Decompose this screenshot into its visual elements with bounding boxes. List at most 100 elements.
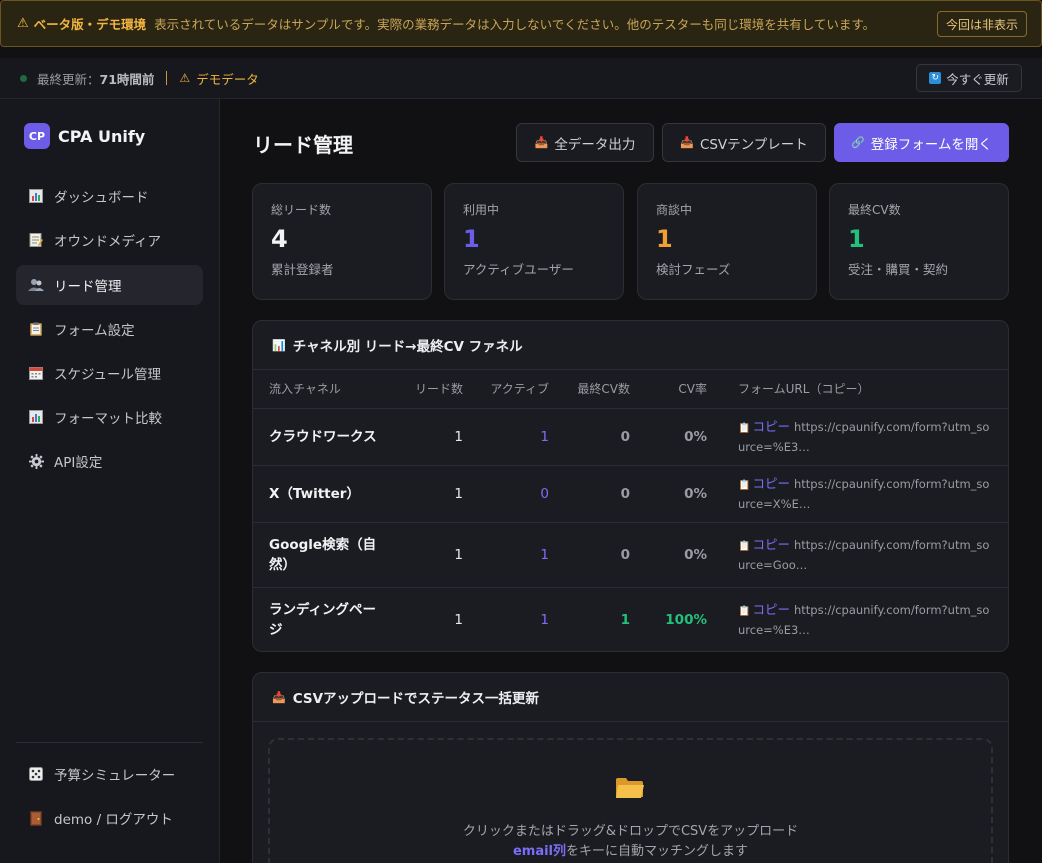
- sidebar-item-schedule[interactable]: スケジュール管理: [16, 353, 203, 393]
- csv-template-button[interactable]: 📥 CSVテンプレート: [662, 123, 826, 162]
- status-bar: 最終更新：71時間前 ⚠ デモデータ ↻ 今すぐ更新: [0, 58, 1042, 99]
- form-url-cell: 📋 コピー https://cpaunify.com/form?utm_source…: [707, 587, 1008, 651]
- brand[interactable]: CP CPA Unify: [24, 123, 145, 149]
- leads-cell: 1: [388, 522, 463, 588]
- door-icon: [28, 810, 44, 826]
- stat-label: 利用中: [463, 203, 500, 217]
- banner-message: 表示されているデータはサンプルです。実際の業務データは入力しないでください。他の…: [154, 17, 876, 32]
- sidebar-item-label: スケジュール管理: [54, 367, 162, 383]
- copy-url-link[interactable]: コピー: [752, 476, 790, 491]
- stat-sub: アクティブユーザー: [463, 262, 574, 277]
- copy-url-link[interactable]: コピー: [752, 602, 790, 617]
- divider: [166, 71, 168, 85]
- sidebar-divider: [16, 742, 203, 743]
- stat-sub: 受注・購買・契約: [848, 262, 949, 277]
- sidebar-item-lead-management[interactable]: リード管理: [16, 265, 203, 305]
- last-update: 最終更新：71時間前: [37, 71, 155, 87]
- inbox-tray-icon: 📥: [272, 690, 286, 704]
- table-row: X（Twitter） 1 0 0 0% 📋 コピー https://cpaunify…: [253, 465, 1008, 523]
- status-dot-icon: [20, 74, 27, 82]
- cv-cell: 0: [549, 465, 630, 523]
- refresh-icon: ↻: [929, 72, 942, 84]
- sidebar-item-label: 予算シミュレーター: [54, 768, 176, 784]
- sidebar-item-owned-media[interactable]: オウンドメディア: [16, 220, 203, 260]
- sidebar-item-label: フォーマット比較: [54, 411, 162, 427]
- form-url-cell: 📋 コピー https://cpaunify.com/form?utm_source…: [707, 408, 1008, 466]
- csv-dropzone[interactable]: クリックまたはドラッグ&ドロップでCSVをアップロード email列をキーに自動…: [268, 738, 993, 863]
- leads-cell: 1: [388, 465, 463, 523]
- sidebar-item-label: フォーム設定: [54, 323, 135, 339]
- channel-cell: クラウドワークス: [253, 408, 388, 466]
- clipboard-icon: 📋: [738, 479, 751, 491]
- warning-icon: ⚠: [17, 16, 29, 31]
- hide-banner-button[interactable]: 今回は非表示: [936, 10, 1027, 37]
- copy-url-link[interactable]: コピー: [752, 537, 790, 552]
- funnel-table: 流入チャネル リード数 アクティブ 最終CV数 CV率 フォームURL（コピー）…: [253, 370, 1008, 651]
- sidebar-item-api-settings[interactable]: API設定: [16, 441, 203, 481]
- demo-data-label: デモデータ: [196, 71, 259, 87]
- open-form-button[interactable]: 🔗 登録フォームを開く: [834, 123, 1009, 162]
- col-header: 流入チャネル: [253, 370, 388, 409]
- folder-icon: [616, 778, 644, 798]
- table-row: Google検索（自然） 1 1 0 0% 📋 コピー https://cpauni…: [253, 522, 1008, 588]
- channel-cell: Google検索（自然）: [253, 522, 388, 588]
- cv-cell: 0: [549, 408, 630, 466]
- clipboard-icon: 📋: [738, 605, 751, 617]
- clipboard-icon: 📋: [738, 422, 751, 434]
- sidebar-item-budget-simulator[interactable]: 予算シミュレーター: [16, 754, 203, 794]
- sidebar-item-label: オウンドメディア: [54, 234, 162, 250]
- gear-icon: [28, 453, 44, 469]
- sidebar-item-label: demo / ログアウト: [54, 812, 173, 828]
- stat-card-final-cv: 最終CV数 1 受注・購買・契約: [829, 183, 1009, 300]
- refresh-label: 今すぐ更新: [946, 71, 1009, 87]
- stat-label: 総リード数: [271, 203, 332, 217]
- inbox-tray-icon: 📥: [534, 136, 549, 149]
- bar-chart-icon: 📊: [272, 338, 286, 352]
- sidebar-item-label: API設定: [54, 455, 103, 471]
- form-url-cell: 📋 コピー https://cpaunify.com/form?utm_source…: [707, 522, 1008, 588]
- sidebar: CP CPA Unify ダッシュボード オウンドメディア リード管理 フォーム…: [0, 99, 220, 863]
- sidebar-item-format-compare[interactable]: フォーマット比較: [16, 397, 203, 437]
- sidebar-item-dashboard[interactable]: ダッシュボード: [16, 176, 203, 216]
- sidebar-item-form-settings[interactable]: フォーム設定: [16, 309, 203, 349]
- channel-cell: X（Twitter）: [253, 465, 388, 523]
- page-title: リード管理: [253, 133, 353, 157]
- dropzone-instruction: クリックまたはドラッグ&ドロップでCSVをアップロード: [462, 824, 799, 839]
- bar-chart-icon: [28, 409, 44, 425]
- stat-value: 1: [848, 225, 865, 253]
- warning-icon: ⚠: [179, 71, 191, 85]
- funnel-card-title: 📊 チャネル別 リード→最終CV ファネル: [253, 321, 1008, 370]
- channel-cell: ランディングページ: [269, 601, 377, 638]
- table-header-row: 流入チャネル リード数 アクティブ 最終CV数 CV率 フォームURL（コピー）: [253, 370, 1008, 409]
- banner-title: ベータ版・デモ環境: [33, 17, 147, 32]
- stat-card-negotiating: 商談中 1 検討フェーズ: [637, 183, 817, 300]
- copy-url-link[interactable]: コピー: [752, 419, 790, 434]
- main-content: リード管理 📥 全データ出力 📥 CSVテンプレート 🔗 登録フォームを開く 総…: [220, 99, 1042, 863]
- stat-value: 1: [656, 225, 673, 253]
- sidebar-item-label: リード管理: [54, 279, 122, 295]
- leads-cell: 1: [454, 611, 463, 628]
- stat-value: 1: [463, 225, 480, 253]
- active-cell: 1: [463, 408, 549, 466]
- table-row: クラウドワークス 1 1 0 0% 📋 コピー https://cpaunify.c…: [253, 408, 1008, 466]
- stat-value: 4: [271, 225, 288, 253]
- link-icon: 🔗: [851, 136, 865, 149]
- table-row: ランディングページ 1 1 1 100% 📋 コピー https://cpaunif…: [253, 587, 1008, 651]
- cv-cell: 1: [620, 611, 630, 628]
- export-all-button[interactable]: 📥 全データ出力: [516, 123, 654, 162]
- refresh-button[interactable]: ↻ 今すぐ更新: [916, 64, 1022, 92]
- dice-icon: [28, 766, 44, 782]
- active-cell: 1: [463, 522, 549, 588]
- brand-logo: CP: [24, 123, 50, 149]
- col-header: 最終CV数: [549, 370, 630, 409]
- cv-rate-cell: 100%: [665, 611, 707, 628]
- csv-upload-card: 📥 CSVアップロードでステータス一括更新 クリックまたはドラッグ&ドロップでC…: [252, 672, 1009, 863]
- col-header: リード数: [388, 370, 463, 409]
- stat-sub: 検討フェーズ: [656, 262, 731, 277]
- email-key: email列: [512, 844, 567, 859]
- users-icon: [28, 277, 44, 293]
- calendar-icon: [28, 365, 44, 381]
- logout-button[interactable]: demo / ログアウト: [16, 798, 203, 838]
- brand-name: CPA Unify: [58, 126, 146, 146]
- active-cell: 0: [463, 465, 549, 523]
